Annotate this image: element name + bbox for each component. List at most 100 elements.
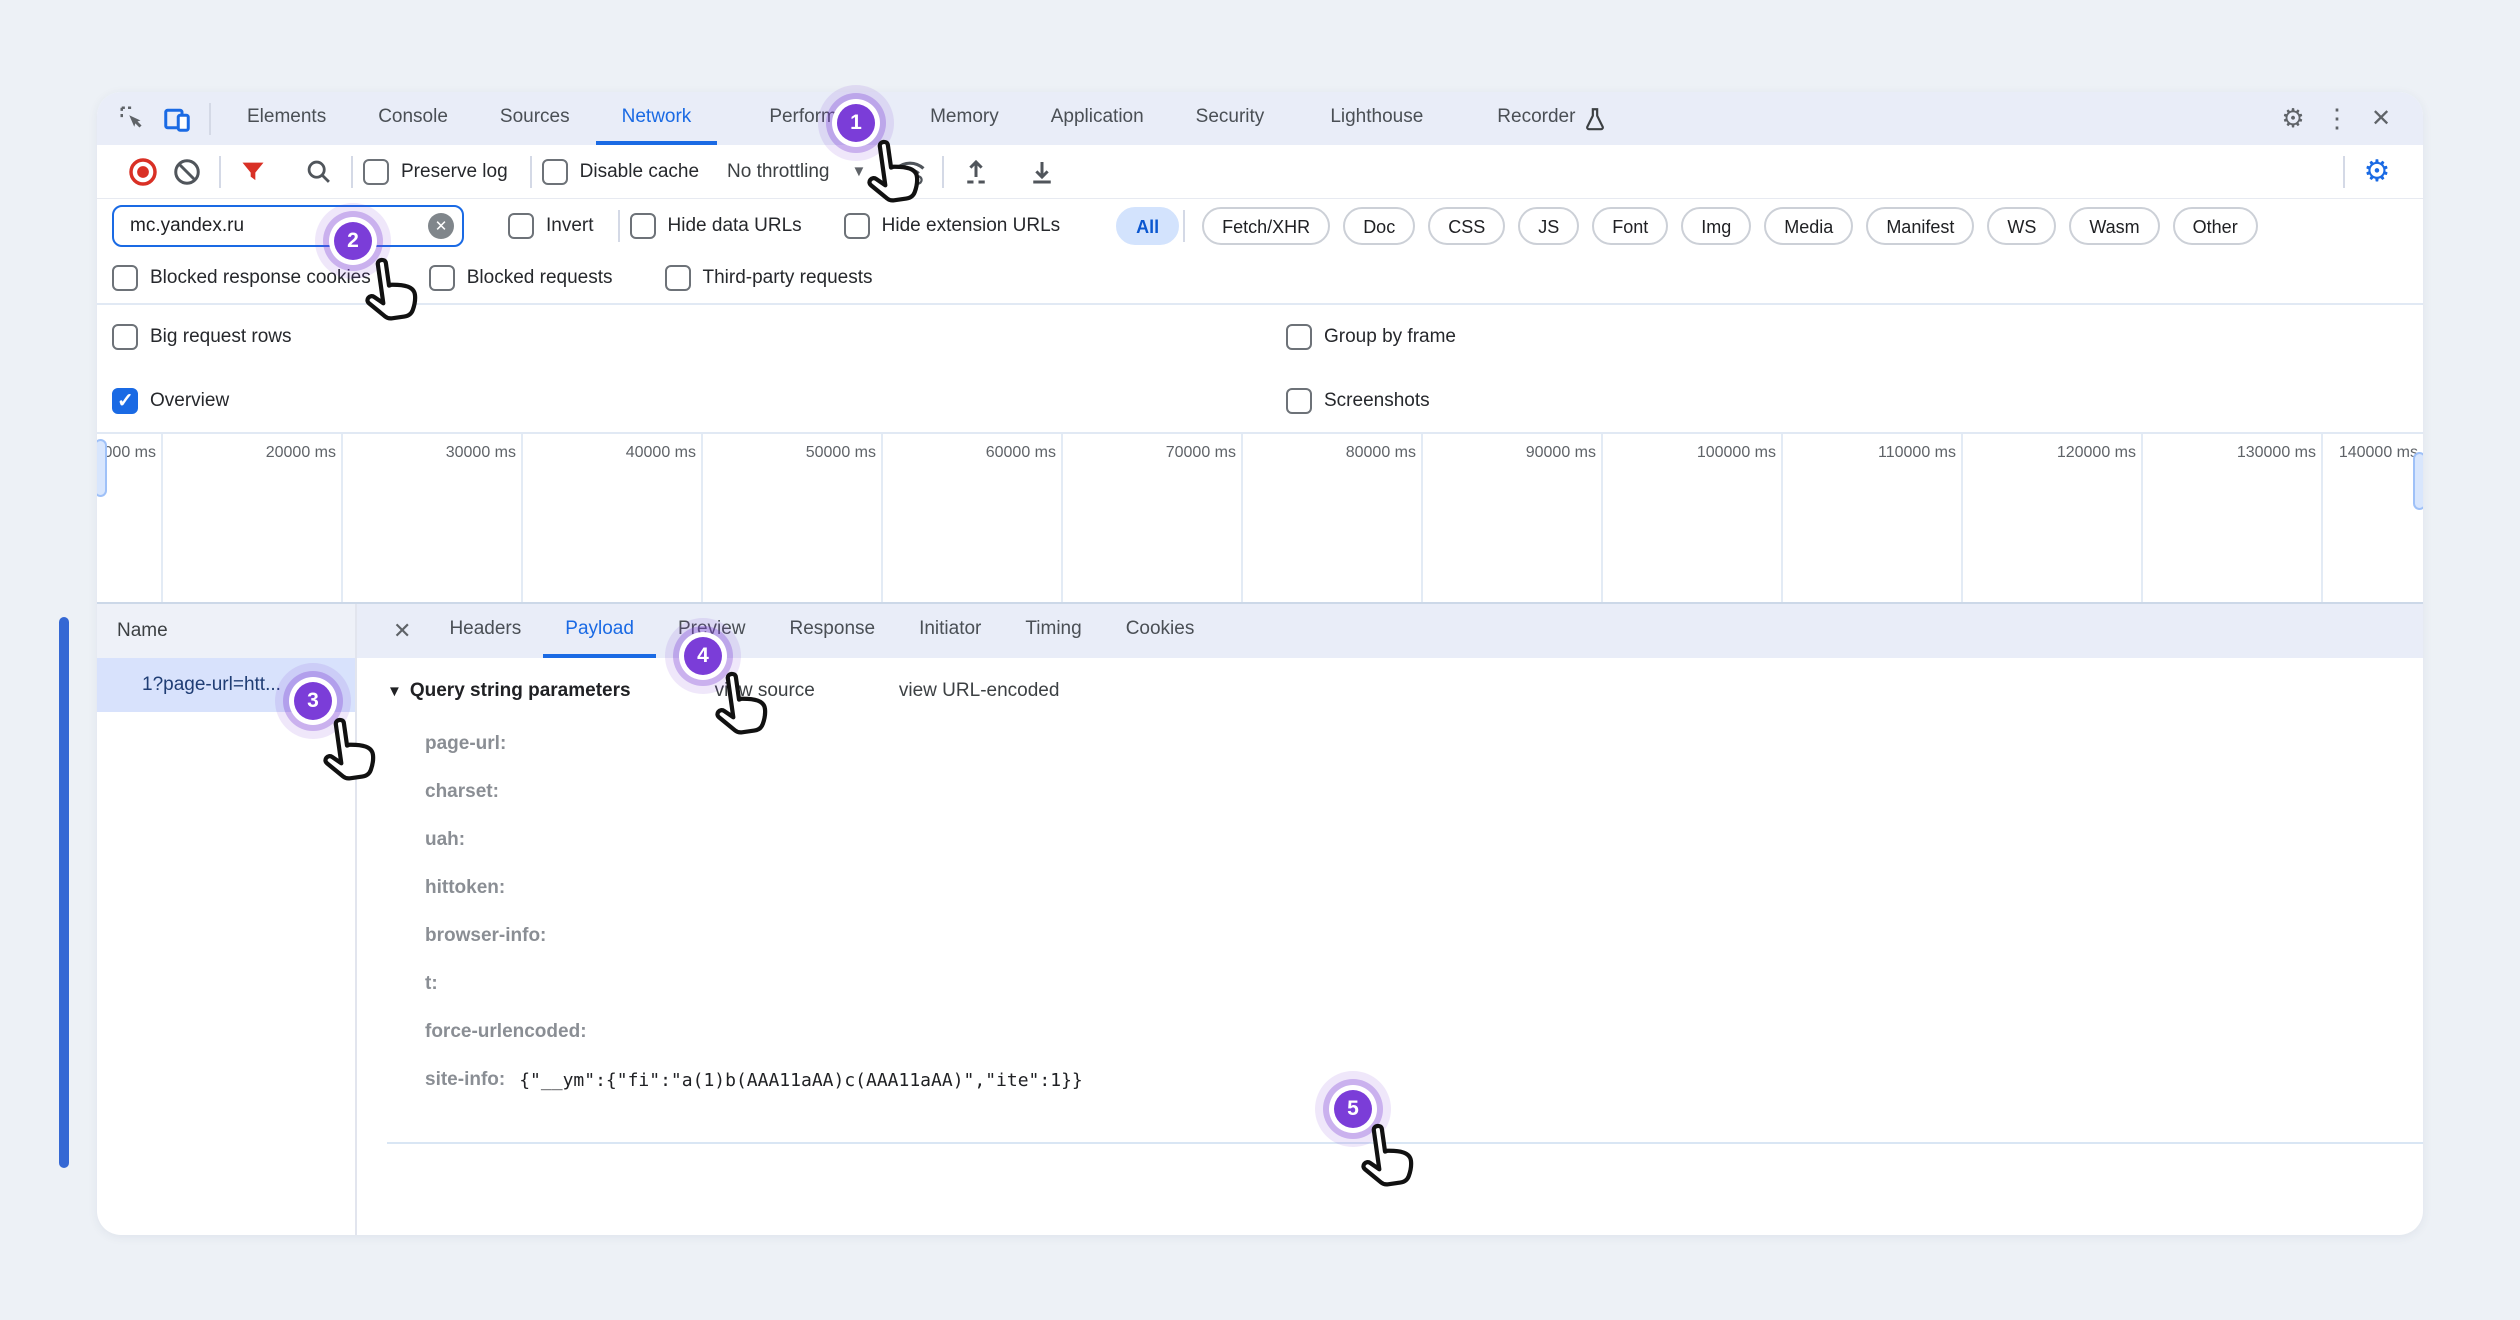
network-overview-timeline[interactable]: 10000 ms 20000 ms 30000 ms 40000 ms 5000… <box>97 434 2423 604</box>
close-icon[interactable]: ✕ <box>2363 101 2399 137</box>
filter-type-css[interactable]: CSS <box>1428 207 1505 245</box>
tick-label: 80000 ms <box>1346 444 1416 462</box>
tick-label: 60000 ms <box>986 444 1056 462</box>
param-key: page-url: <box>425 733 506 755</box>
export-har-icon[interactable] <box>1024 154 1060 190</box>
overview-checkbox[interactable] <box>112 388 138 414</box>
big-request-rows-checkbox[interactable] <box>112 324 138 350</box>
hand-cursor-icon <box>1352 1122 1424 1205</box>
filter-type-doc[interactable]: Doc <box>1343 207 1415 245</box>
filter-type-all[interactable]: All <box>1116 207 1179 245</box>
third-party-requests-checkbox[interactable] <box>665 265 691 291</box>
filter-type-other[interactable]: Other <box>2173 207 2258 245</box>
view-options-row-1: Big request rows Group by frame <box>97 305 2423 369</box>
blocked-requests-control[interactable]: Blocked requests <box>429 265 613 291</box>
filter-type-fetchxhr[interactable]: Fetch/XHR <box>1202 207 1330 245</box>
left-edge-scrollbar[interactable] <box>59 617 69 1168</box>
param-key: hittoken: <box>425 877 505 899</box>
invert-checkbox[interactable] <box>508 213 534 239</box>
record-icon[interactable] <box>125 154 161 190</box>
hand-cursor-icon <box>858 138 930 221</box>
group-by-frame-checkbox[interactable] <box>1286 324 1312 350</box>
big-request-rows-control[interactable]: Big request rows <box>112 324 292 350</box>
filter-type-manifest[interactable]: Manifest <box>1866 207 1974 245</box>
query-string-title: Query string parameters <box>410 680 631 702</box>
group-by-frame-control[interactable]: Group by frame <box>1286 324 1456 350</box>
invert-label: Invert <box>546 215 594 237</box>
blocked-response-cookies-control[interactable]: Blocked response cookies <box>112 265 371 291</box>
preserve-log-label: Preserve log <box>401 161 508 183</box>
disable-cache-checkbox[interactable] <box>542 159 568 185</box>
param-row: t: <box>425 960 2423 1008</box>
overview-right-handle[interactable] <box>2413 452 2423 510</box>
divider <box>209 103 211 135</box>
hand-cursor-icon <box>706 670 778 753</box>
blocked-response-cookies-label: Blocked response cookies <box>150 267 371 289</box>
throttling-select[interactable]: No throttling ▼ <box>699 161 866 183</box>
param-key: force-urlencoded: <box>425 1021 587 1043</box>
disclosure-triangle-icon[interactable]: ▼ <box>387 683 402 700</box>
param-key: site-info: <box>425 1069 505 1091</box>
third-party-requests-control[interactable]: Third-party requests <box>665 265 873 291</box>
tab-sources[interactable]: Sources <box>474 92 596 145</box>
disable-cache-control[interactable]: Disable cache <box>542 159 699 185</box>
detail-tab-initiator[interactable]: Initiator <box>897 604 1003 658</box>
network-settings-gear-icon[interactable]: ⚙ <box>2359 154 2395 190</box>
invert-control[interactable]: Invert <box>508 213 594 239</box>
screenshots-label: Screenshots <box>1324 390 1430 412</box>
detail-tab-bar: ✕ Headers Payload Preview Response Initi… <box>357 604 2423 658</box>
tick-label: 70000 ms <box>1166 444 1236 462</box>
device-toolbar-icon[interactable] <box>159 101 195 137</box>
screenshots-control[interactable]: Screenshots <box>1286 388 1430 414</box>
clear-icon[interactable] <box>169 154 205 190</box>
hide-data-urls-control[interactable]: Hide data URLs <box>630 213 802 239</box>
hide-data-urls-checkbox[interactable] <box>630 213 656 239</box>
preserve-log-checkbox[interactable] <box>363 159 389 185</box>
blocked-response-cookies-checkbox[interactable] <box>112 265 138 291</box>
filter-type-js[interactable]: JS <box>1518 207 1579 245</box>
import-har-icon[interactable] <box>958 154 994 190</box>
blocked-requests-checkbox[interactable] <box>429 265 455 291</box>
screenshots-checkbox[interactable] <box>1286 388 1312 414</box>
filter-input[interactable] <box>112 205 464 247</box>
param-row: force-urlencoded: <box>425 1008 2423 1056</box>
clear-filter-icon[interactable]: ✕ <box>428 213 454 239</box>
tab-lighthouse[interactable]: Lighthouse <box>1304 92 1449 145</box>
tab-network[interactable]: Network <box>596 92 718 145</box>
filter-type-wasm[interactable]: Wasm <box>2069 207 2159 245</box>
tab-application[interactable]: Application <box>1025 92 1170 145</box>
name-column-header[interactable]: Name <box>97 604 355 658</box>
detail-tab-cookies[interactable]: Cookies <box>1104 604 1217 658</box>
tab-elements[interactable]: Elements <box>221 92 352 145</box>
search-icon[interactable] <box>301 154 337 190</box>
overview-control[interactable]: Overview <box>112 388 229 414</box>
param-row: browser-info: <box>425 912 2423 960</box>
detail-tab-response[interactable]: Response <box>768 604 898 658</box>
view-url-encoded-link[interactable]: view URL-encoded <box>899 680 1060 702</box>
param-key: browser-info: <box>425 925 546 947</box>
preserve-log-control[interactable]: Preserve log <box>363 159 508 185</box>
param-row: hittoken: <box>425 864 2423 912</box>
filter-type-media[interactable]: Media <box>1764 207 1853 245</box>
tick-label: 120000 ms <box>2057 444 2136 462</box>
inspect-element-icon[interactable] <box>115 101 151 137</box>
settings-gear-icon[interactable]: ⚙ <box>2275 101 2311 137</box>
filter-type-img[interactable]: Img <box>1681 207 1751 245</box>
detail-tab-payload[interactable]: Payload <box>543 604 656 658</box>
close-detail-icon[interactable]: ✕ <box>377 618 427 644</box>
tab-recorder[interactable]: Recorder <box>1471 92 1583 145</box>
filter-type-font[interactable]: Font <box>1592 207 1668 245</box>
tab-security[interactable]: Security <box>1170 92 1291 145</box>
filter-funnel-icon[interactable] <box>235 154 271 190</box>
tab-console[interactable]: Console <box>352 92 474 145</box>
filter-input-box: ✕ <box>112 205 464 247</box>
overview-left-handle[interactable] <box>97 439 107 497</box>
kebab-menu-icon[interactable]: ⋮ <box>2319 101 2355 137</box>
param-row: uah: <box>425 816 2423 864</box>
tick-label: 40000 ms <box>626 444 696 462</box>
step-badge-1: 1 <box>837 104 875 142</box>
detail-tab-timing[interactable]: Timing <box>1003 604 1103 658</box>
param-row-site-info: site-info:{"__ym":{"fi":"a(1)b(AAA11aAA)… <box>425 1056 2423 1104</box>
filter-type-ws[interactable]: WS <box>1987 207 2056 245</box>
detail-tab-headers[interactable]: Headers <box>427 604 543 658</box>
